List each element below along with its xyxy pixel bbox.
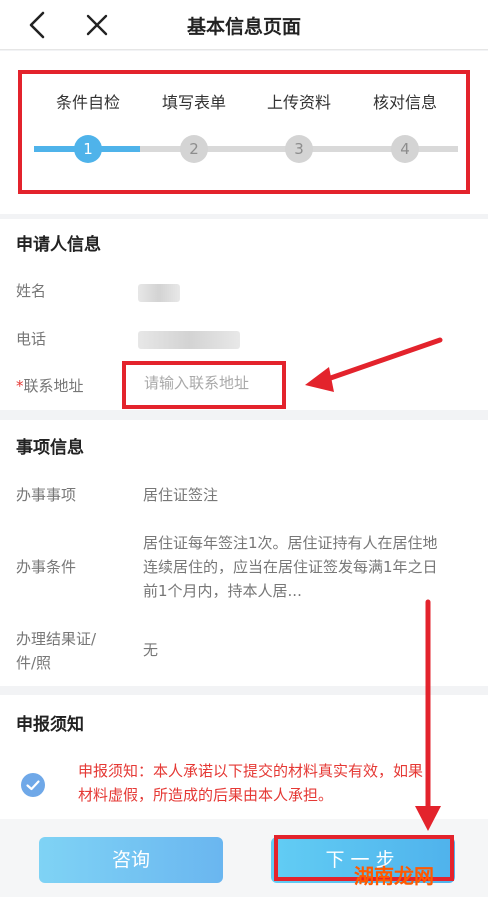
- agreement-checkbox[interactable]: [21, 773, 45, 797]
- address-field[interactable]: [122, 361, 286, 409]
- matter-condition-line-3: 前1个月内，持本人居...: [143, 582, 302, 600]
- address-label-text: 联系地址: [23, 377, 84, 395]
- step-dot-1: 1: [74, 135, 102, 163]
- matter-condition-line-1: 居住证每年签注1次。居住证持有人在居住地: [143, 534, 438, 552]
- notice-line-2: 材料虚假，所造成的后果由本人承担。: [78, 786, 334, 804]
- phone-label: 电话: [16, 330, 47, 348]
- step-progress: 条件自检 填写表单 上传资料 核对信息: [0, 51, 488, 214]
- step-label-1: 条件自检: [55, 93, 120, 112]
- section-title-notice: 申报须知: [16, 715, 84, 735]
- matter-result-label-line-1: 办理结果证/: [16, 630, 97, 648]
- step-label-4: 核对信息: [372, 93, 437, 112]
- address-label: *联系地址: [16, 374, 84, 398]
- step-dot-4: 4: [391, 135, 419, 163]
- address-input[interactable]: [144, 374, 274, 392]
- notice-line-1: 申报须知：本人承诺以下提交的材料真实有效，如果: [78, 762, 424, 780]
- step-dot-2: 2: [180, 135, 208, 163]
- matter-item-label: 办事事项: [16, 486, 77, 504]
- page-title: 基本信息页面: [186, 16, 301, 38]
- watermark: 湖南龙网: [354, 864, 434, 888]
- matter-condition-line-2: 连续居住的，应当在居住证签发每满1年之日: [143, 558, 438, 576]
- name-value-redacted: [138, 284, 180, 302]
- section-title-matter: 事项信息: [16, 438, 84, 458]
- notice-text: 申报须知：本人承诺以下提交的材料真实有效，如果 材料虚假，所造成的后果由本人承担…: [78, 759, 478, 807]
- nav-bar: 基本信息页面: [0, 0, 488, 50]
- matter-result-label-line-2: 件/照: [16, 654, 52, 672]
- matter-condition-label: 办事条件: [16, 558, 77, 576]
- consult-button[interactable]: 咨询: [39, 837, 223, 883]
- matter-item-value: 居住证签注: [143, 486, 219, 504]
- step-label-3: 上传资料: [266, 93, 331, 112]
- checkmark-icon: [26, 780, 40, 791]
- name-label: 姓名: [16, 282, 47, 300]
- section-title-applicant: 申请人信息: [16, 235, 101, 255]
- step-dot-3: 3: [285, 135, 313, 163]
- phone-value-redacted: [138, 331, 240, 349]
- step-label-2: 填写表单: [161, 93, 226, 112]
- matter-result-value: 无: [143, 641, 159, 659]
- required-mark: *: [16, 377, 24, 395]
